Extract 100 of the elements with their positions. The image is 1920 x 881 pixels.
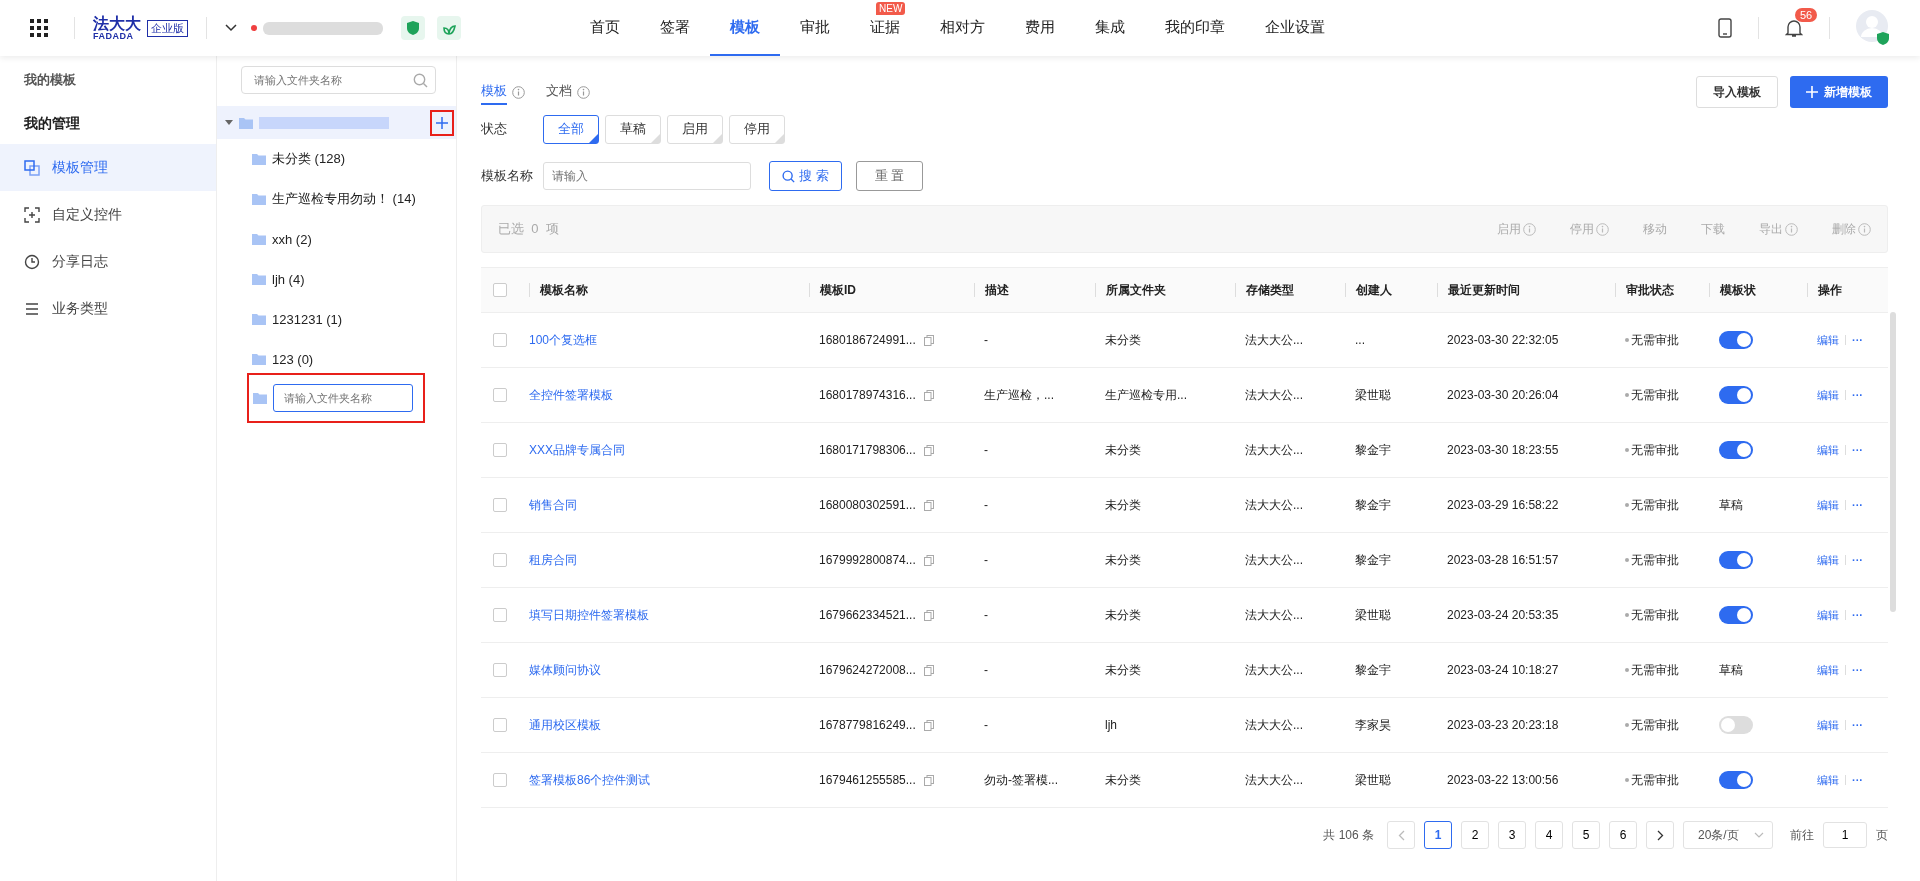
status-toggle[interactable] [1719,716,1753,734]
copy-icon[interactable] [923,719,934,731]
template-link[interactable]: 签署模板86个控件测试 [529,771,651,789]
copy-icon[interactable] [923,664,934,676]
nav-tab[interactable]: 首页 [570,0,640,56]
more-link[interactable]: ··· [1852,554,1863,566]
page-button[interactable]: 1 [1424,821,1452,849]
checkbox[interactable] [493,498,507,512]
next-page-button[interactable] [1646,821,1674,849]
status-toggle[interactable] [1719,606,1753,624]
status-toggle[interactable] [1719,771,1753,789]
nav-tab[interactable]: 模板 [710,0,780,56]
edit-link[interactable]: 编辑 [1817,717,1839,733]
edit-link[interactable]: 编辑 [1817,497,1839,513]
caret-icon[interactable] [225,119,233,126]
nav-tab[interactable]: NEW 证据 [850,0,920,56]
copy-icon[interactable] [923,389,934,401]
page-button[interactable]: 2 [1461,821,1489,849]
edit-link[interactable]: 编辑 [1817,332,1839,348]
more-link[interactable]: ··· [1852,389,1863,401]
nav-tab[interactable]: 集成 [1075,0,1145,56]
copy-icon[interactable] [923,444,934,456]
template-link[interactable]: 通用校区模板 [529,716,601,734]
checkbox[interactable] [493,608,507,622]
avatar[interactable] [1856,10,1890,46]
chevron-down-icon[interactable] [225,24,237,32]
checkbox[interactable] [493,388,507,402]
folder-label[interactable]: 1231231 (1) [272,311,343,327]
name-field[interactable]: 请输入 [543,162,751,190]
more-link[interactable]: ··· [1852,499,1863,511]
sidebar-item[interactable]: 分享日志 [0,238,216,285]
checkbox[interactable] [493,663,507,677]
folder-label[interactable]: ljh (4) [272,271,305,287]
folder-label[interactable]: xxh (2) [272,231,312,247]
folder-label[interactable]: 123 (0) [272,351,314,367]
status-option[interactable]: 草稿 [605,114,661,144]
checkbox[interactable] [493,553,507,567]
template-link[interactable]: 填写日期控件签署模板 [529,606,649,624]
edit-link[interactable]: 编辑 [1817,442,1839,458]
nav-tab[interactable]: 签署 [640,0,710,56]
new-folder-field[interactable]: 请输入文件夹名称 [273,384,413,412]
page-size-select[interactable]: 20条/页 [1683,821,1773,849]
bell-icon[interactable] [1785,18,1803,38]
folder-search-field[interactable]: 请输入文件夹名称 [241,66,436,94]
nav-tab[interactable]: 费用 [1005,0,1075,56]
prev-page-button[interactable] [1387,821,1415,849]
nav-tab[interactable]: 企业设置 [1245,0,1345,56]
checkbox[interactable] [493,773,507,787]
edit-link[interactable]: 编辑 [1817,772,1839,788]
edit-link[interactable]: 编辑 [1817,607,1839,623]
template-link[interactable]: 100个复选框 [529,331,598,349]
nav-tab[interactable]: 审批 [780,0,850,56]
checkbox[interactable] [493,443,507,457]
checkbox[interactable] [493,333,507,347]
root-folder-row[interactable] [217,106,456,139]
scrollbar[interactable] [1890,312,1896,612]
more-link[interactable]: ··· [1852,719,1863,731]
status-toggle[interactable] [1719,386,1753,404]
status-toggle[interactable] [1719,441,1753,459]
more-link[interactable]: ··· [1852,444,1863,456]
copy-icon[interactable] [923,499,934,511]
edit-link[interactable]: 编辑 [1817,387,1839,403]
copy-icon[interactable] [923,609,934,621]
status-option[interactable]: 全部 [543,114,599,144]
copy-icon[interactable] [923,334,934,346]
template-link[interactable]: 租房合同 [529,551,577,569]
folder-label[interactable]: 生产巡检专用勿动！ (14) [272,190,416,208]
sidebar-item[interactable]: 模板管理 [0,144,216,191]
status-toggle[interactable] [1719,331,1753,349]
more-link[interactable]: ··· [1852,664,1863,676]
page-button[interactable]: 5 [1572,821,1600,849]
page-button[interactable]: 6 [1609,821,1637,849]
status-option[interactable]: 启用 [667,114,723,144]
search-button[interactable]: 搜 索 [769,161,842,191]
tab[interactable]: 模板 [481,79,507,105]
apps-grid-icon[interactable] [30,19,48,37]
add-template-button[interactable]: 新增模板 [1790,76,1888,108]
edit-link[interactable]: 编辑 [1817,662,1839,678]
add-folder-icon[interactable] [435,115,449,130]
status-option[interactable]: 停用 [729,114,785,144]
sidebar-item[interactable]: 业务类型 [0,285,216,332]
nav-tab[interactable]: 我的印章 [1145,0,1245,56]
tab[interactable]: 文档 [546,79,572,105]
import-button[interactable]: 导入模板 [1696,76,1778,108]
checkbox[interactable] [493,283,507,297]
status-toggle[interactable] [1719,551,1753,569]
goto-page-field[interactable]: 1 [1823,822,1867,848]
phone-icon[interactable] [1718,18,1732,38]
page-button[interactable]: 4 [1535,821,1563,849]
reset-button[interactable]: 重 置 [855,161,924,191]
more-link[interactable]: ··· [1852,334,1863,346]
sidebar-item[interactable]: 自定义控件 [0,191,216,238]
more-link[interactable]: ··· [1852,609,1863,621]
page-button[interactable]: 3 [1498,821,1526,849]
copy-icon[interactable] [923,774,934,786]
edit-link[interactable]: 编辑 [1817,552,1839,568]
checkbox[interactable] [493,718,507,732]
nav-tab[interactable]: 相对方 [920,0,1005,56]
copy-icon[interactable] [923,554,934,566]
template-link[interactable]: 全控件签署模板 [529,386,613,404]
